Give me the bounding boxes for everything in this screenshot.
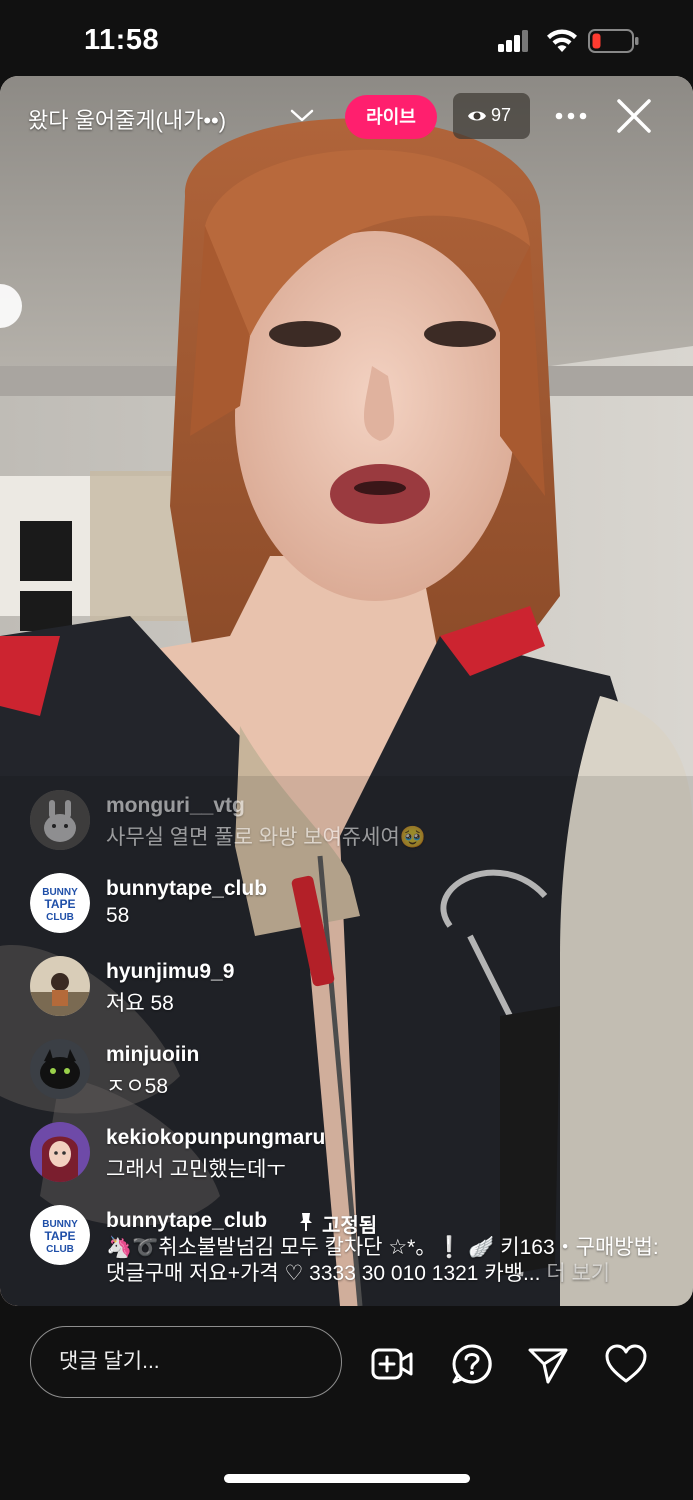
- add-video-icon[interactable]: [370, 1342, 414, 1386]
- pinned-label: 고정됨: [298, 1209, 377, 1238]
- heart-icon[interactable]: [604, 1342, 648, 1386]
- viewer-count: 97: [491, 105, 512, 125]
- eye-icon: [468, 111, 486, 121]
- pinned-label-text: 고정됨: [322, 1215, 378, 1237]
- comment-username[interactable]: minjuoiin: [106, 1043, 199, 1067]
- svg-text:CLUB: CLUB: [46, 912, 74, 923]
- avatar[interactable]: [30, 1039, 90, 1099]
- comment-text: 그래서 고민했는데ㅜ: [106, 1158, 286, 1181]
- close-icon[interactable]: [614, 96, 654, 136]
- comment-text: 저요 58: [106, 992, 174, 1015]
- pin-icon: [300, 1213, 312, 1231]
- home-indicator[interactable]: [224, 1474, 470, 1483]
- cellular-signal-icon: [498, 30, 530, 52]
- svg-text:TAPE: TAPE: [44, 897, 75, 911]
- anime-character-avatar-icon: [30, 1122, 90, 1182]
- comment-username[interactable]: monguri__vtg: [106, 794, 245, 818]
- comment-text: 58: [106, 904, 130, 927]
- comment-text: 사무실 열면 풀로 와방 보여쥬세여🥹: [106, 826, 426, 849]
- status-time: 11:58: [84, 24, 160, 56]
- comment-feed: monguri__vtg 사무실 열면 풀로 와방 보여쥬세여🥹 BUNNY T…: [0, 790, 693, 1290]
- send-icon[interactable]: [526, 1342, 570, 1386]
- live-title[interactable]: 왔다 울어줄게(내가••): [28, 103, 226, 135]
- dragon-avatar-icon: [30, 1039, 90, 1099]
- bottom-bar: [0, 1306, 693, 1500]
- avatar[interactable]: [30, 956, 90, 1016]
- chevron-down-icon[interactable]: [288, 103, 316, 127]
- viewer-count-pill[interactable]: 97: [453, 93, 530, 139]
- bunny-tape-club-logo-icon: BUNNY TAPE CLUB: [30, 873, 90, 933]
- pinned-comment-body: 🦄➰취소불발넘김 모두 칼차단 ☆*。❕ 🪽 키163・구매방법: 댓글구매 저…: [106, 1235, 671, 1287]
- avatar[interactable]: [30, 1122, 90, 1182]
- wifi-icon: [547, 29, 577, 52]
- status-bar: 11:58: [0, 0, 693, 76]
- avatar[interactable]: BUNNY TAPE CLUB: [30, 873, 90, 933]
- avatar[interactable]: [30, 790, 90, 850]
- comment-input[interactable]: [30, 1326, 342, 1398]
- bunny-character-avatar-icon: [30, 790, 90, 850]
- svg-text:CLUB: CLUB: [46, 1244, 74, 1255]
- comment-username[interactable]: kekiokopunpungmaru: [106, 1126, 325, 1150]
- comment-text: ㅈㅇ58: [106, 1075, 168, 1098]
- avatar[interactable]: BUNNY TAPE CLUB: [30, 1205, 90, 1265]
- svg-text:TAPE: TAPE: [44, 1229, 75, 1243]
- question-icon[interactable]: [450, 1342, 494, 1386]
- battery-low-icon: [588, 29, 639, 53]
- comment-username[interactable]: bunnytape_club: [106, 1209, 267, 1233]
- user-photo-avatar-icon: [30, 956, 90, 1016]
- live-badge: 라이브: [345, 95, 437, 139]
- more-options-icon[interactable]: [553, 104, 589, 128]
- comment-username[interactable]: bunnytape_club: [106, 877, 267, 901]
- see-more-link[interactable]: 더 보기: [546, 1262, 610, 1285]
- bunny-tape-club-logo-icon: BUNNY TAPE CLUB: [30, 1205, 90, 1265]
- comment-username[interactable]: hyunjimu9_9: [106, 960, 234, 984]
